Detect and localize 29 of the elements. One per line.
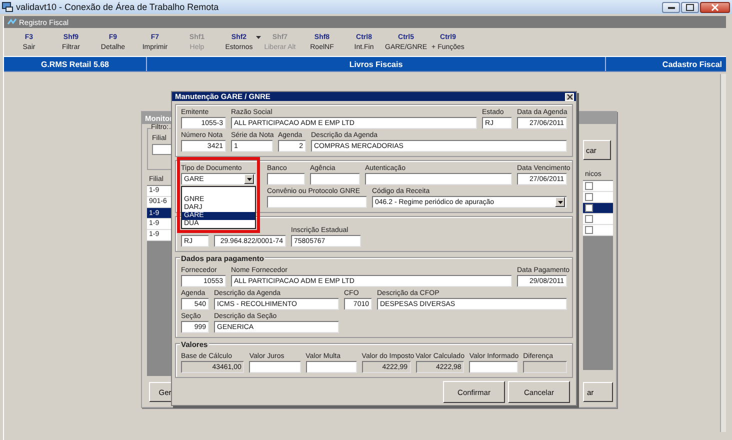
module-tab[interactable]: G.RMS Retail 5.68 [4,57,147,71]
input-field[interactable] [249,361,301,373]
scrollbar[interactable] [720,74,726,432]
minimize-icon [668,6,674,8]
module-tab[interactable]: Cadastro Fiscal [606,57,726,71]
close-button[interactable] [565,92,574,100]
caret-icon[interactable] [256,36,261,39]
checkbox[interactable] [585,193,593,201]
checkbox[interactable] [585,182,593,190]
checkbox[interactable] [585,215,593,223]
app-icon [7,18,17,26]
checkbox[interactable] [585,204,593,212]
remote-desktop-icon [2,2,13,12]
input-field[interactable] [365,173,512,185]
input-field[interactable] [306,361,357,373]
module-tab[interactable]: Livros Fiscais [147,57,606,71]
minimize-button[interactable] [662,2,680,12]
maximize-button[interactable] [681,2,699,12]
maximize-icon [686,4,694,10]
input-field[interactable] [310,173,360,185]
table-row[interactable] [583,203,613,214]
checkbox[interactable] [585,226,593,234]
close-icon [711,4,719,10]
input-field[interactable] [267,196,367,208]
close-button[interactable] [700,2,730,12]
window-title: validavt10 - Conexão de Área de Trabalho Remota [16,2,219,12]
input-field[interactable] [469,361,518,373]
input-field[interactable] [267,173,305,185]
input-field[interactable] [523,361,567,373]
